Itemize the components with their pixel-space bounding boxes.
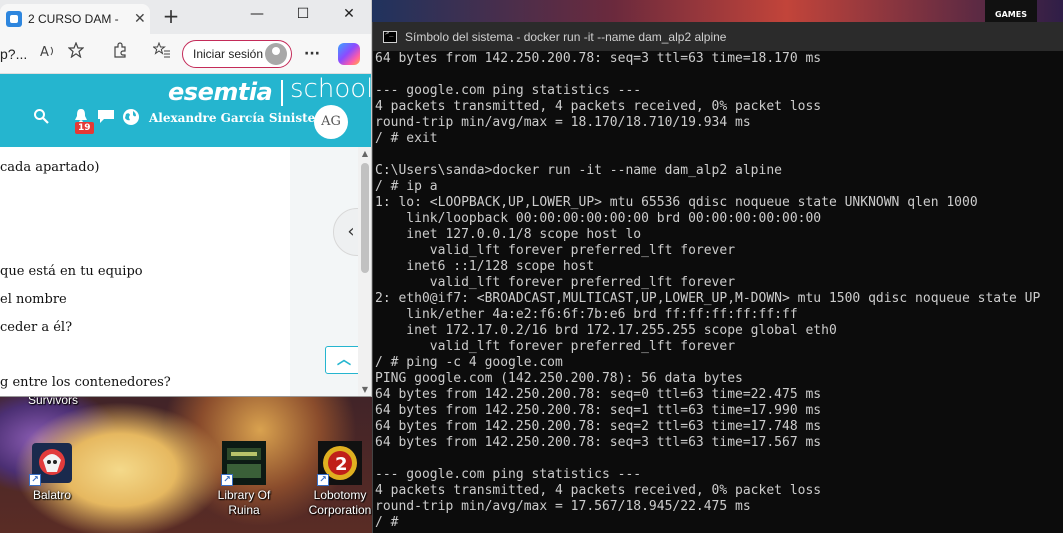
svg-text:2: 2 (335, 454, 348, 475)
terminal-line: 64 bytes from 142.250.200.78: seq=3 ttl=… (375, 435, 822, 450)
command-prompt-window: Símbolo del sistema - docker run -it --n… (372, 22, 1063, 533)
shortcut-arrow-icon: ↗ (221, 474, 233, 486)
desktop-icon-balatro[interactable]: ↗ Balatro (12, 440, 92, 503)
content-line: que está en tu equipo (0, 264, 143, 279)
terminal-line: 1: lo: <LOOPBACK,UP,LOWER_UP> mtu 65536 … (375, 195, 978, 210)
terminal-line: / # (375, 515, 407, 530)
svg-text:A: A (40, 45, 49, 58)
search-icon[interactable] (30, 108, 52, 128)
new-tab-button[interactable]: + (158, 4, 184, 30)
shortcut-arrow-icon: ↗ (29, 474, 41, 486)
tab-close-icon[interactable]: ✕ (134, 11, 146, 27)
terminal-line: --- google.com ping statistics --- (375, 83, 642, 98)
terminal-line: --- google.com ping statistics --- (375, 467, 642, 482)
maximize-button[interactable]: ☐ (280, 0, 326, 30)
terminal-line: / # exit (375, 131, 438, 146)
scroll-up-arrow-icon[interactable]: ▲ (358, 147, 371, 161)
esemtia-favicon-icon (6, 11, 22, 27)
terminal-line: 64 bytes from 142.250.200.78: seq=3 ttl=… (375, 51, 822, 66)
desktop-icon-library-of-ruina[interactable]: ↗ Library Of Ruina (204, 440, 284, 518)
terminal-line: valid_lft forever preferred_lft forever (375, 339, 736, 354)
terminal-title: Símbolo del sistema - docker run -it --n… (405, 29, 727, 44)
esemtia-header: esemtia school 19 Alexandre García Sinis… (0, 74, 372, 147)
command-prompt-icon (383, 29, 397, 43)
terminal-line: link/loopback 00:00:00:00:00:00 brd 00:0… (375, 211, 822, 226)
content-line: cada apartado) (0, 160, 100, 175)
extensions-icon[interactable] (108, 42, 132, 66)
logo-divider (281, 80, 283, 106)
terminal-line: inet 172.17.0.2/16 brd 172.17.255.255 sc… (375, 323, 837, 338)
signin-button[interactable]: Iniciar sesión (182, 40, 292, 68)
terminal-line: / # ip a (375, 179, 438, 194)
signin-label: Iniciar sesión (193, 47, 264, 61)
copilot-icon[interactable] (338, 43, 360, 65)
terminal-title-bar[interactable]: Símbolo del sistema - docker run -it --n… (373, 22, 1063, 51)
address-bar[interactable]: p?... (0, 46, 27, 62)
close-window-button[interactable]: ✕ (326, 0, 371, 30)
terminal-line: C:\Users\sanda>docker run -it --name dam… (375, 163, 782, 178)
terminal-line: round-trip min/avg/max = 17.567/18.945/2… (375, 499, 751, 514)
read-aloud-icon[interactable]: A (36, 42, 60, 66)
notification-count-badge: 19 (75, 122, 94, 134)
terminal-line: link/ether 4a:e2:f6:6f:7b:e6 brd ff:ff:f… (375, 307, 798, 322)
terminal-line: 64 bytes from 142.250.200.78: seq=2 ttl=… (375, 419, 822, 434)
browser-toolbar: p?... A Iniciar sesión ··· (0, 34, 371, 74)
desktop-icon-label: Library Of Ruina (217, 488, 271, 517)
terminal-line: inet 127.0.0.1/8 scope host lo (375, 227, 642, 242)
terminal-line: valid_lft forever preferred_lft forever (375, 275, 736, 290)
terminal-line: valid_lft forever preferred_lft forever (375, 243, 736, 258)
wallpaper-top-strip (372, 0, 1063, 22)
scrollbar-thumb[interactable] (361, 163, 369, 273)
games-badge-label: GAMES (995, 10, 1027, 19)
terminal-line: 2: eth0@if7: <BROADCAST,MULTICAST,UP,LOW… (375, 291, 1041, 306)
desktop-icon-label: Lobotomy Corporation (308, 488, 372, 517)
user-avatar[interactable]: AG (314, 105, 348, 139)
more-menu-icon[interactable]: ··· (300, 42, 324, 66)
messages-icon[interactable] (95, 108, 117, 128)
tab-title: 2 CURSO DAM - (28, 12, 119, 26)
terminal-line: 4 packets transmitted, 4 packets receive… (375, 483, 822, 498)
balatro-icon: ↗ (29, 440, 75, 486)
library-of-ruina-icon: ↗ (221, 440, 267, 486)
user-name[interactable]: Alexandre García Sinisterra (149, 111, 336, 125)
favorites-collection-icon[interactable] (150, 41, 174, 66)
terminal-output[interactable]: 64 bytes from 142.250.200.78: seq=3 ttl=… (375, 51, 1063, 533)
browser-tab[interactable]: 2 CURSO DAM - ✕ (0, 4, 150, 34)
browser-window: 2 CURSO DAM - ✕ + — ☐ ✕ p?... A Iniciar … (0, 0, 372, 397)
shortcut-arrow-icon: ↗ (317, 474, 329, 486)
minimize-button[interactable]: — (234, 0, 280, 30)
profile-avatar-icon (265, 43, 287, 65)
content-line: g entre los contenedores? (0, 375, 171, 390)
terminal-line: PING google.com (142.250.200.78): 56 dat… (375, 371, 743, 386)
esemtia-logo[interactable]: esemtia (168, 78, 273, 106)
content-line: el nombre (0, 292, 67, 307)
browser-tab-bar: 2 CURSO DAM - ✕ + — ☐ ✕ (0, 0, 371, 34)
favorite-star-icon[interactable] (64, 41, 88, 66)
terminal-line: inet6 ::1/128 scope host (375, 259, 595, 274)
globe-language-icon[interactable] (120, 108, 142, 130)
content-line: ceder a él? (0, 320, 73, 335)
page-scrollbar[interactable]: ▲ ▼ (358, 147, 371, 396)
esemtia-content: cada apartado) que está en tu equipo el … (0, 147, 363, 396)
desktop-icon-label: Balatro (32, 488, 72, 502)
esemtia-school-logo: school (290, 74, 372, 104)
scroll-down-arrow-icon[interactable]: ▼ (358, 383, 371, 396)
terminal-line: 4 packets transmitted, 4 packets receive… (375, 99, 822, 114)
terminal-line: 64 bytes from 142.250.200.78: seq=0 ttl=… (375, 387, 822, 402)
desktop-games-icon[interactable]: GAMES (985, 0, 1037, 22)
terminal-line: / # ping -c 4 google.com (375, 355, 563, 370)
terminal-line: round-trip min/avg/max = 18.170/18.710/1… (375, 115, 751, 130)
terminal-line: 64 bytes from 142.250.200.78: seq=1 ttl=… (375, 403, 822, 418)
desktop-icon-lobotomy-corporation[interactable]: 2 ↗ Lobotomy Corporation (300, 440, 380, 518)
lobotomy-corporation-icon: 2 ↗ (317, 440, 363, 486)
